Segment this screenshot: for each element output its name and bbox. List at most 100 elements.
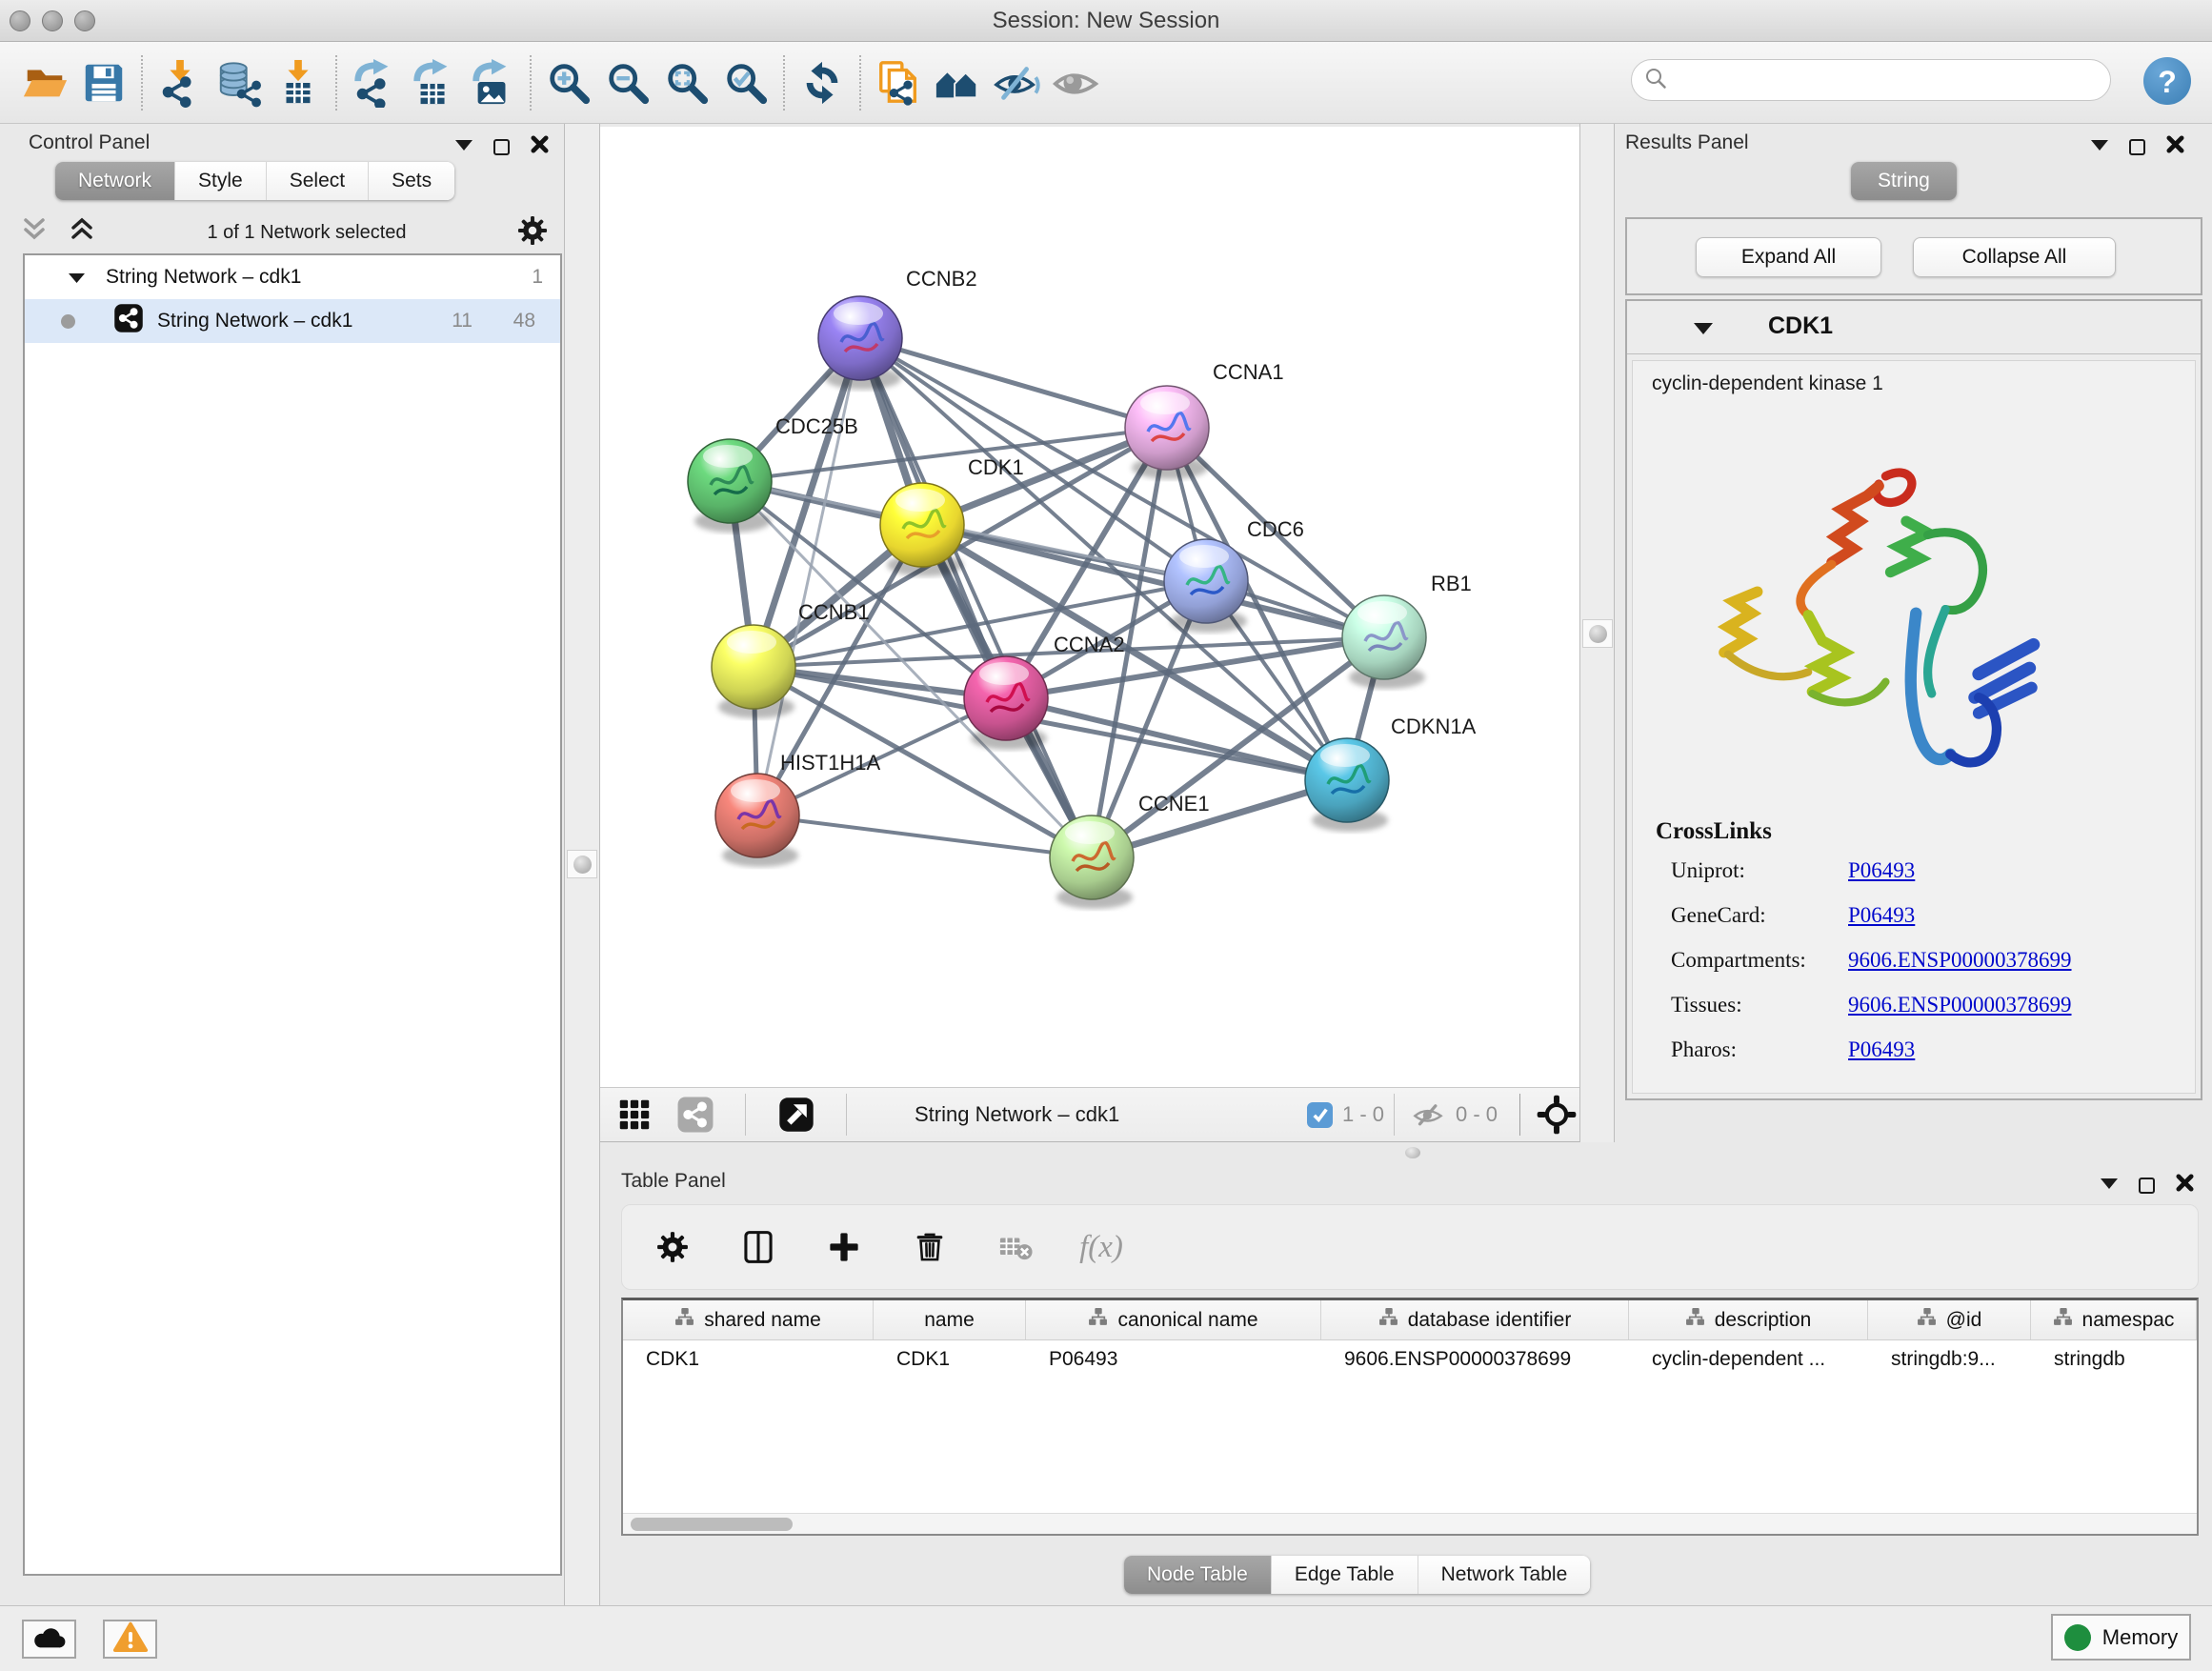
crosslink-link[interactable]: 9606.ENSP00000378699 [1848,948,2072,973]
crosslink-link[interactable]: 9606.ENSP00000378699 [1848,993,2072,1017]
collapse-all-button[interactable]: Collapse All [1913,237,2116,277]
column-header-database-identifier[interactable]: database identifier [1321,1300,1629,1339]
export-table-button[interactable] [404,52,463,113]
memory-button[interactable]: Memory [2051,1614,2191,1661]
export-image-button[interactable] [463,52,522,113]
import-network-button[interactable] [151,52,210,113]
fit-content-crosshair-icon[interactable] [1536,1088,1578,1141]
scrollbar-thumb[interactable] [631,1518,793,1531]
node-table[interactable]: shared namenamecanonical namedatabase id… [621,1298,2199,1536]
node-CCNE1[interactable] [1050,815,1134,909]
column-header-canonical-name[interactable]: canonical name [1026,1300,1321,1339]
table-cell[interactable]: P06493 [1026,1340,1321,1379]
zoom-selected-button[interactable] [716,52,775,113]
table-cell[interactable]: 9606.ENSP00000378699 [1321,1340,1629,1379]
table-cell[interactable]: CDK1 [623,1340,874,1379]
left-splitter[interactable] [564,124,600,1605]
crosslink-link[interactable]: P06493 [1848,903,1915,928]
node-CCNB1[interactable] [712,625,795,718]
node-RB1[interactable] [1342,595,1426,689]
string-style-icon[interactable] [676,1088,714,1141]
crosslink-link[interactable]: P06493 [1848,1037,1915,1062]
table-row[interactable]: CDK1CDK1P064939606.ENSP00000378699cyclin… [623,1340,2197,1379]
tab-select[interactable]: Select [266,162,368,200]
search-field[interactable] [1631,59,2111,101]
column-header-shared-name[interactable]: shared name [623,1300,874,1339]
table-cell[interactable]: stringdb:9... [1868,1340,2031,1379]
tab-network-table[interactable]: Network Table [1418,1556,1591,1594]
panel-close-icon[interactable] [2176,1174,2194,1197]
node-CDKN1A[interactable] [1305,738,1389,832]
toggle-graphics-details-button[interactable] [987,52,1046,113]
expand-all-button[interactable]: Expand All [1696,237,1881,277]
node-CCNB2[interactable] [818,296,902,390]
tree-expand-icon[interactable] [69,266,85,289]
panel-float-icon[interactable] [2139,1178,2155,1194]
panel-close-icon[interactable] [2166,135,2184,158]
right-splitter[interactable] [1579,124,1615,1142]
help-button[interactable]: ? [2143,57,2191,105]
delete-column-trash-icon[interactable] [904,1218,955,1276]
copy-share-button[interactable] [869,52,928,113]
node-HIST1H1A[interactable] [715,774,799,867]
export-network-button[interactable] [345,52,404,113]
birds-eye-button[interactable] [1046,52,1105,113]
table-horizontal-scrollbar[interactable] [623,1513,2197,1534]
crosslink-link[interactable]: P06493 [1848,858,1915,883]
node-CCNA2[interactable] [964,656,1048,750]
zoom-fit-button[interactable] [657,52,716,113]
table-cell[interactable]: CDK1 [874,1340,1026,1379]
network-canvas[interactable]: CCNB2CCNA1CDC25BCDK1CDC6RB1CCNB1CCNA2CDK… [600,127,1579,1087]
zoom-out-button[interactable] [598,52,657,113]
gene-collapse-icon[interactable] [1694,322,1713,339]
panel-float-icon[interactable] [493,139,510,155]
save-session-button[interactable] [74,52,133,113]
table-settings-gear-icon[interactable] [647,1218,698,1276]
search-input[interactable] [1668,68,2087,92]
create-column-icon[interactable] [818,1218,870,1276]
panel-collapse-icon[interactable] [2091,138,2108,155]
tab-style[interactable]: Style [174,162,266,200]
node-CDC6[interactable] [1164,539,1248,633]
import-table-button[interactable] [269,52,328,113]
left-splitter-handle[interactable] [567,850,597,878]
table-cell[interactable]: stringdb [2031,1340,2197,1379]
tab-string[interactable]: String [1851,162,1957,200]
panel-float-icon[interactable] [2129,139,2145,155]
node-CDK1[interactable] [880,483,964,576]
table-cell[interactable]: cyclin-dependent ... [1629,1340,1868,1379]
home-button[interactable] [928,52,987,113]
panel-collapse-icon[interactable] [2101,1177,2118,1194]
tab-node-table[interactable]: Node Table [1124,1556,1271,1594]
warnings-button[interactable] [103,1620,157,1659]
panel-collapse-icon[interactable] [455,138,473,155]
bottom-splitter[interactable] [600,1142,2212,1164]
network-collection-row[interactable]: String Network – cdk1 1 [25,255,560,299]
automation-cloud-button[interactable] [22,1620,76,1659]
show-columns-icon[interactable] [733,1218,784,1276]
bottom-splitter-handle[interactable] [1405,1147,1420,1158]
column-header-description[interactable]: description [1629,1300,1868,1339]
node-CDC25B[interactable] [688,439,772,533]
grid-view-icon[interactable] [617,1088,652,1141]
network-graph[interactable]: CCNB2CCNA1CDC25BCDK1CDC6RB1CCNB1CCNA2CDK… [600,127,1579,1087]
tab-edge-table[interactable]: Edge Table [1271,1556,1418,1594]
column-header-name[interactable]: name [874,1300,1026,1339]
network-row[interactable]: String Network – cdk1 11 48 [25,299,560,343]
panel-close-icon[interactable] [531,135,549,158]
tab-network[interactable]: Network [55,162,174,200]
refresh-button[interactable] [793,52,852,113]
expand-all-networks-icon[interactable] [19,216,50,249]
column-header-@id[interactable]: @id [1868,1300,2031,1339]
selected-checkbox[interactable]: 1 - 0 [1307,1088,1384,1141]
import-database-button[interactable] [210,52,269,113]
zoom-in-button[interactable] [539,52,598,113]
network-options-gear-icon[interactable] [516,214,549,252]
node-CCNA1[interactable] [1125,386,1209,479]
open-in-window-icon[interactable] [777,1088,815,1141]
tab-sets[interactable]: Sets [368,162,454,200]
collapse-all-networks-icon[interactable] [67,216,97,249]
column-header-namespac[interactable]: namespac [2031,1300,2197,1339]
gene-header-row[interactable]: CDK1 [1627,301,2201,354]
right-splitter-handle[interactable] [1582,619,1613,648]
